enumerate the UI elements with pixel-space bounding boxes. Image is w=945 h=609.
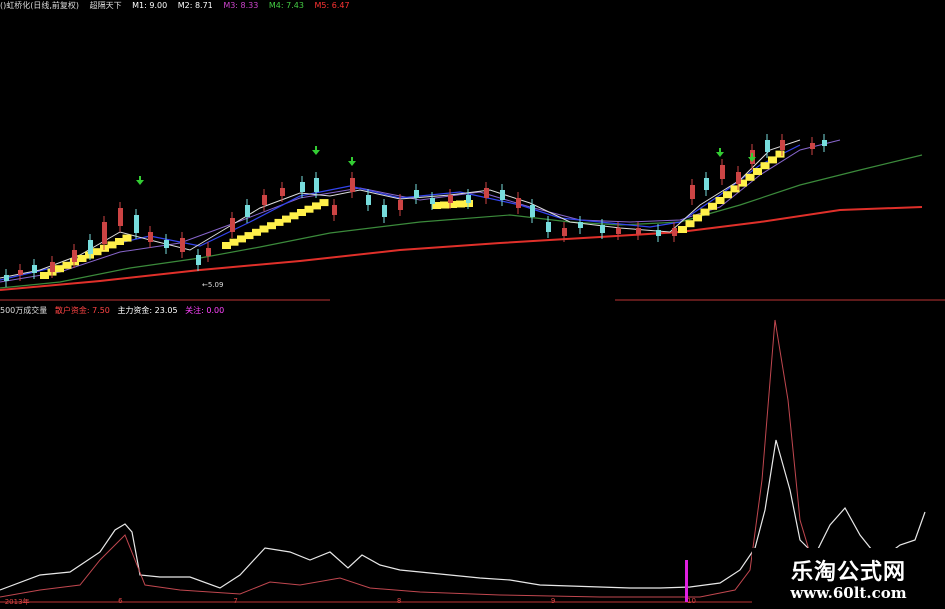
attention-value: 关注: 0.00 <box>185 306 225 315</box>
candle-body <box>134 215 139 233</box>
date-label: 9 <box>550 597 556 605</box>
candle-body <box>196 255 201 265</box>
signal-band <box>775 150 785 158</box>
watermark: 乐淘公式网 www.60lt.com <box>752 548 945 609</box>
candle-body <box>206 248 211 256</box>
candle-body <box>164 240 169 248</box>
candle-body <box>382 205 387 217</box>
volume-panel-header: 500万成交量 散户资金: 7.50 主力资金: 23.05 关注: 0.00 <box>0 305 945 317</box>
candle-body <box>736 172 741 184</box>
candle-body <box>780 140 785 150</box>
candle-body <box>578 222 583 228</box>
candle-body <box>332 205 337 215</box>
candle-body <box>18 270 23 275</box>
candle-body <box>280 188 285 196</box>
attention-bar <box>685 560 688 602</box>
ma3-line <box>0 139 841 283</box>
candle-body <box>690 185 695 199</box>
candle-body <box>300 182 305 192</box>
candle-body <box>414 190 419 198</box>
signal-band <box>456 200 465 208</box>
date-label: 6 <box>118 597 123 605</box>
signal-band <box>122 234 132 242</box>
main-funds-value: 主力资金: 23.05 <box>117 306 178 315</box>
candle-body <box>672 228 677 236</box>
candle-body <box>822 140 827 146</box>
candle-body <box>500 190 505 200</box>
candle-body <box>600 225 605 233</box>
candle-body <box>32 265 37 273</box>
candle-body <box>562 228 567 236</box>
signal-band <box>319 199 329 207</box>
watermark-url: www.60lt.com <box>790 584 907 602</box>
candle-body <box>720 165 725 179</box>
candle-body <box>656 230 661 236</box>
candle-body <box>398 200 403 210</box>
buy-signal-icon <box>716 148 724 157</box>
candle-body <box>88 240 93 254</box>
candle-body <box>516 198 521 208</box>
buy-signal-icon <box>136 176 144 185</box>
candle-body <box>546 222 551 232</box>
low-price-marker: ←5.09 <box>202 281 224 289</box>
date-label: 2013年 <box>4 598 30 606</box>
watermark-title: 乐淘公式网 <box>790 560 906 585</box>
candle-body <box>50 262 55 272</box>
candle-body <box>262 195 267 205</box>
candle-body <box>245 205 250 217</box>
candle-body <box>616 228 621 234</box>
buy-signal-icon <box>348 157 356 166</box>
candle-body <box>4 275 9 281</box>
candle-body <box>148 232 153 242</box>
candle-body <box>180 238 185 252</box>
candle-body <box>530 205 535 217</box>
candle-body <box>704 178 709 190</box>
candle-body <box>118 208 123 226</box>
candle-body <box>350 178 355 192</box>
candle-body <box>810 143 815 149</box>
candle-body <box>72 250 77 262</box>
candle-body <box>448 195 453 203</box>
candle-body <box>366 195 371 205</box>
candle-body <box>484 188 489 198</box>
candle-body <box>636 228 641 234</box>
signal-band <box>440 201 449 209</box>
date-label: 10 <box>687 597 696 605</box>
candle-body <box>230 218 235 232</box>
retail-funds-value: 散户资金: 7.50 <box>54 306 110 315</box>
date-label: 8 <box>396 597 402 605</box>
volume-panel-title: 500万成交量 <box>0 306 48 315</box>
candle-body <box>102 222 107 244</box>
candle-body <box>765 140 770 152</box>
candle-body <box>314 178 319 192</box>
candle-body <box>430 198 435 204</box>
candle-body <box>466 195 471 203</box>
date-label: 7 <box>233 597 238 605</box>
buy-signal-icon <box>312 146 320 155</box>
